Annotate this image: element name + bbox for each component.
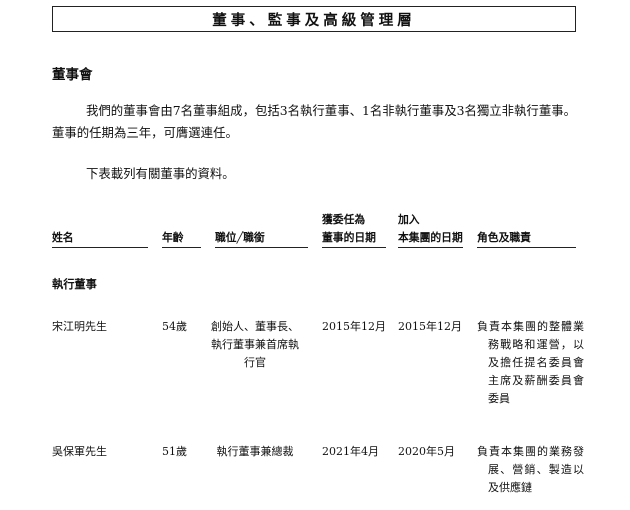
table-intro-paragraph: 下表載列有關董事的資料。 [86, 166, 235, 181]
cell-roles: 負責本集團的整體業務戰略和運營，以及擔任提名委員會主席及薪酬委員會委員 [477, 320, 584, 405]
intro-paragraph: 我們的董事會由7名董事組成，包括3名執行董事、1名非執行董事及3名獨立非執行董事… [52, 103, 576, 140]
cell-roles: 負責本集團的業務發展、營銷、製造以及供應鏈 [477, 445, 584, 494]
header-underline-name [52, 247, 148, 248]
header-underline-joined [398, 247, 463, 248]
cell-joined-date: 2020年5月 [398, 445, 455, 458]
col-header-name: 姓名 [52, 231, 74, 244]
cell-position: 創始人、董事長、執行董事兼首席執行官 [211, 320, 299, 369]
cell-joined-date: 2015年12月 [398, 320, 462, 333]
header-underline-appointed [322, 247, 386, 248]
header-underline-roles [477, 247, 576, 248]
prospectus-page: 董事、監事及高級管理層 董事會 我們的董事會由7名董事組成，包括3名執行董事、1… [0, 0, 630, 510]
header-underline-position [215, 247, 308, 248]
col-header-position: 職位╱職銜 [215, 231, 265, 244]
col-header-appointed-line2: 董事的日期 [322, 231, 376, 244]
cell-name: 吳保軍先生 [52, 445, 107, 458]
section-title: 董事會 [52, 67, 93, 83]
col-header-appointed-line1: 獲委任為 [322, 213, 366, 226]
header-underline-age [162, 247, 201, 248]
cell-age: 54歲 [162, 320, 187, 333]
group-label-executive-directors: 執行董事 [52, 278, 97, 291]
col-header-roles: 角色及職責 [477, 231, 531, 244]
col-header-joined-line1: 加入 [398, 213, 420, 226]
cell-appointed-date: 2015年12月 [322, 320, 386, 333]
col-header-age: 年齡 [162, 231, 184, 244]
col-header-joined-line2: 本集團的日期 [398, 231, 463, 244]
cell-position: 執行董事兼總裁 [216, 445, 294, 458]
chapter-banner: 董事、監事及高級管理層 [52, 6, 576, 32]
cell-name: 宋江明先生 [52, 320, 107, 333]
cell-appointed-date: 2021年4月 [322, 445, 379, 458]
cell-age: 51歲 [162, 445, 187, 458]
